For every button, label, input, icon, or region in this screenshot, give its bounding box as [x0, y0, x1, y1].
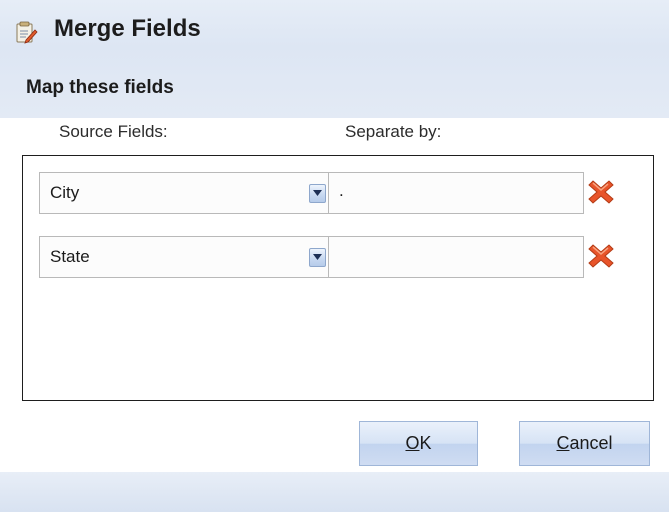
ok-button[interactable]: OK	[359, 421, 478, 466]
dropdown-arrow-button[interactable]	[309, 184, 326, 203]
dialog-title: Merge Fields	[54, 15, 201, 42]
chevron-down-icon	[313, 254, 322, 260]
merge-fields-dialog: Merge Fields Map these fields Source Fie…	[0, 0, 669, 512]
cancel-label: ancel	[569, 433, 613, 453]
source-field-value: State	[50, 247, 90, 266]
field-mapping-panel: City . State	[22, 155, 654, 401]
ok-label: K	[419, 433, 432, 453]
source-fields-header: Source Fields:	[59, 122, 168, 141]
remove-row-icon[interactable]	[586, 177, 616, 207]
mapping-row: City .	[23, 172, 653, 216]
source-field-value: City	[50, 183, 80, 202]
dialog-footer	[0, 472, 669, 512]
cancel-mnemonic: C	[556, 433, 570, 453]
source-field-select[interactable]: City	[39, 172, 335, 214]
separate-by-header: Separate by:	[345, 122, 442, 141]
separator-input[interactable]	[328, 236, 584, 278]
ok-mnemonic: O	[405, 433, 420, 453]
mapping-row: State	[23, 236, 653, 280]
separator-input[interactable]: .	[328, 172, 584, 214]
source-field-select[interactable]: State	[39, 236, 335, 278]
merge-fields-icon	[14, 20, 38, 44]
cancel-button[interactable]: Cancel	[519, 421, 650, 466]
section-title: Map these fields	[26, 77, 174, 98]
dropdown-arrow-button[interactable]	[309, 248, 326, 267]
remove-row-icon[interactable]	[586, 241, 616, 271]
chevron-down-icon	[313, 190, 322, 196]
dialog-header: Merge Fields Map these fields	[0, 0, 669, 118]
